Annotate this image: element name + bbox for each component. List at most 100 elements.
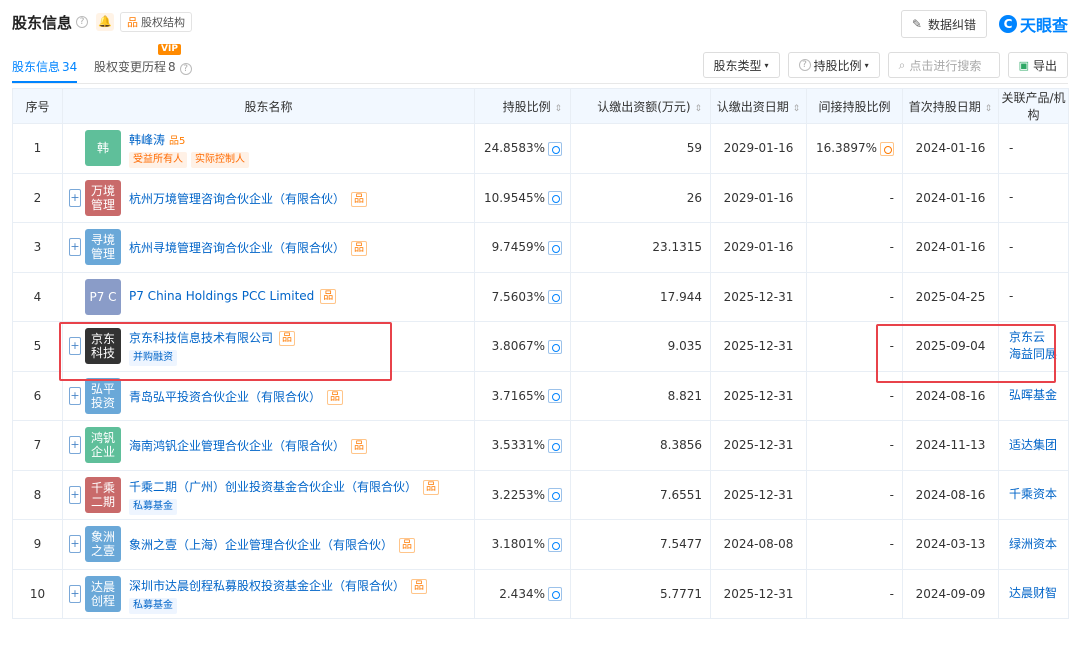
chart-icon[interactable]: [548, 339, 562, 354]
data-correction-button[interactable]: ✎ 数据纠错: [900, 10, 987, 38]
col-first-date[interactable]: 首次持股日期 ⇕: [902, 88, 999, 124]
chart-icon[interactable]: [548, 587, 562, 601]
col-amount[interactable]: 认缴出资额(万元) ⇕: [570, 88, 711, 124]
amount-cell: 7.6551: [570, 469, 711, 520]
structure-icon[interactable]: 品: [320, 288, 337, 304]
expand-icon[interactable]: +: [69, 436, 81, 455]
help-icon[interactable]: ?: [76, 16, 89, 28]
chart-icon[interactable]: [548, 438, 562, 453]
tab-equity-history[interactable]: 股权变更历程 8?: [94, 58, 192, 75]
structure-icon[interactable]: 品: [327, 389, 344, 405]
date-cell: 2029-01-16: [710, 172, 807, 223]
date-cell: 2025-12-31: [710, 568, 807, 619]
chart-icon[interactable]: [548, 290, 562, 304]
related-link[interactable]: 弘晖基金: [1009, 387, 1068, 404]
export-button[interactable]: ▣ 导出: [1007, 52, 1068, 78]
indirect-value: -: [889, 190, 894, 205]
shareholder-cell: + 万境 管理 杭州万境管理咨询合伙企业（有限合伙） 品: [62, 172, 475, 223]
help-icon[interactable]: ?: [179, 63, 192, 75]
equity-structure-button[interactable]: 品股权结构: [120, 12, 193, 32]
brand-icon: C: [998, 15, 1017, 33]
search-input[interactable]: ⌕ 点击进行搜索: [887, 52, 1000, 78]
shareholder-name-link[interactable]: 象洲之壹（上海）企业管理合伙企业（有限合伙） 品: [129, 536, 416, 554]
shareholder-name-link[interactable]: 深圳市达晨创程私募股权投资基金企业（有限合伙） 品: [129, 577, 428, 594]
tab-equity-history-count: 8: [168, 60, 176, 74]
col-ratio[interactable]: 持股比例 ⇕: [474, 88, 571, 124]
ratio-value: 3.8067%: [491, 339, 545, 353]
col-ratio-label: 持股比例: [502, 99, 551, 114]
shareholder-name: 杭州寻境管理咨询合伙企业（有限合伙）: [129, 241, 346, 256]
shareholder-name-link[interactable]: 韩峰涛 品5: [129, 131, 185, 148]
col-date[interactable]: 认缴出资日期 ⇕: [710, 88, 807, 124]
ratio-value: 3.2253%: [491, 487, 545, 502]
ratio-cell: 3.2253%: [474, 469, 571, 520]
bell-icon[interactable]: 🔔: [96, 13, 115, 31]
chart-icon[interactable]: [548, 141, 562, 156]
col-index: 序号: [12, 88, 63, 124]
tag: 实际控制人: [191, 152, 249, 168]
structure-icon[interactable]: 品: [411, 578, 428, 594]
ratio-dropdown[interactable]: ? 持股比例 ▾: [787, 52, 880, 78]
chart-icon[interactable]: [548, 389, 562, 403]
ratio-label: 持股比例: [813, 58, 862, 73]
date-cell: 2029-01-16: [710, 123, 807, 174]
related-cell: 绿洲资本: [998, 519, 1069, 570]
expand-icon[interactable]: +: [69, 386, 81, 405]
brand-logo: C 天眼查: [998, 12, 1068, 36]
related-link[interactable]: 千乘资本: [1009, 486, 1068, 503]
first-date-cell: 2024-09-09: [902, 568, 999, 619]
structure-icon[interactable]: 品: [423, 479, 440, 495]
shareholder-name-link[interactable]: 青岛弘平投资合伙企业（有限合伙） 品: [129, 388, 344, 405]
date-cell: 2024-08-08: [710, 519, 807, 570]
ratio-value: 3.1801%: [491, 537, 545, 551]
shareholder-name-link[interactable]: 海南鸿钒企业管理合伙企业（有限合伙） 品: [129, 437, 368, 455]
first-date-cell: 2024-01-16: [902, 123, 999, 174]
shareholder-name: P7 China Holdings PCC Limited: [129, 288, 315, 303]
structure-icon[interactable]: 品: [351, 439, 368, 455]
vip-badge: VIP: [158, 44, 181, 55]
chart-icon[interactable]: [548, 537, 562, 552]
shareholder-cell: + 象洲 之壹 象洲之壹（上海）企业管理合伙企业（有限合伙） 品: [62, 519, 475, 570]
shareholder-type-dropdown[interactable]: 股东类型 ▾: [702, 52, 780, 78]
tab-shareholders[interactable]: 股东信息 34: [12, 58, 78, 83]
shareholder-name-link[interactable]: 杭州万境管理咨询合伙企业（有限合伙） 品: [129, 190, 368, 207]
first-date-cell: 2024-08-16: [902, 469, 999, 520]
expand-icon[interactable]: +: [69, 188, 81, 207]
shareholder-name: 杭州万境管理咨询合伙企业（有限合伙）: [129, 191, 346, 206]
shareholder-name-link[interactable]: P7 China Holdings PCC Limited 品: [129, 288, 337, 304]
structure-icon[interactable]: 品: [351, 241, 368, 257]
related-link[interactable]: 适达集团: [1009, 437, 1068, 454]
date-cell: 2025-12-31: [710, 370, 807, 421]
related-link[interactable]: 绿洲资本: [1009, 536, 1068, 553]
chart-icon[interactable]: [548, 191, 562, 205]
shareholder-cell: + 鸿钒 企业 海南鸿钒企业管理合伙企业（有限合伙） 品: [62, 420, 475, 471]
col-indirect: 间接持股比例: [806, 88, 903, 124]
expand-icon[interactable]: +: [69, 535, 81, 554]
export-label: 导出: [1032, 58, 1057, 73]
amount-cell: 23.1315: [570, 222, 711, 273]
row-index: 9: [12, 519, 63, 570]
row-index: 2: [12, 172, 63, 223]
related-link[interactable]: 达晨财智: [1009, 585, 1068, 602]
structure-icon[interactable]: 品: [351, 191, 368, 207]
expand-icon[interactable]: +: [69, 485, 81, 504]
shareholder-name-link[interactable]: 杭州寻境管理咨询合伙企业（有限合伙） 品: [129, 239, 368, 257]
related-count[interactable]: 品5: [169, 136, 185, 147]
ratio-cell: 3.5331%: [474, 420, 571, 471]
date-cell: 2025-12-31: [710, 469, 807, 520]
table-row: 8 + 千乘 二期 千乘二期（广州）创业投资基金合伙企业（有限合伙） 品私募基金 3.…: [12, 469, 1069, 520]
sort-icon: ⇕: [554, 103, 562, 114]
company-logo: 鸿钒 企业: [85, 427, 121, 464]
company-logo: P7 C: [85, 278, 121, 315]
date-cell: 2029-01-16: [710, 222, 807, 273]
expand-icon[interactable]: +: [69, 238, 81, 257]
shareholder-name-link[interactable]: 千乘二期（广州）创业投资基金合伙企业（有限合伙） 品: [129, 478, 440, 495]
amount-cell: 17.944: [570, 271, 711, 322]
table-row: 4 P7 C P7 China Holdings PCC Limited 品 7.5…: [12, 271, 1069, 322]
structure-icon[interactable]: 品: [399, 538, 416, 554]
chart-icon[interactable]: [548, 240, 562, 255]
chart-icon[interactable]: [548, 488, 562, 502]
chart-icon[interactable]: [880, 141, 894, 156]
sort-icon: ⇕: [694, 103, 702, 114]
expand-icon[interactable]: +: [69, 584, 81, 603]
